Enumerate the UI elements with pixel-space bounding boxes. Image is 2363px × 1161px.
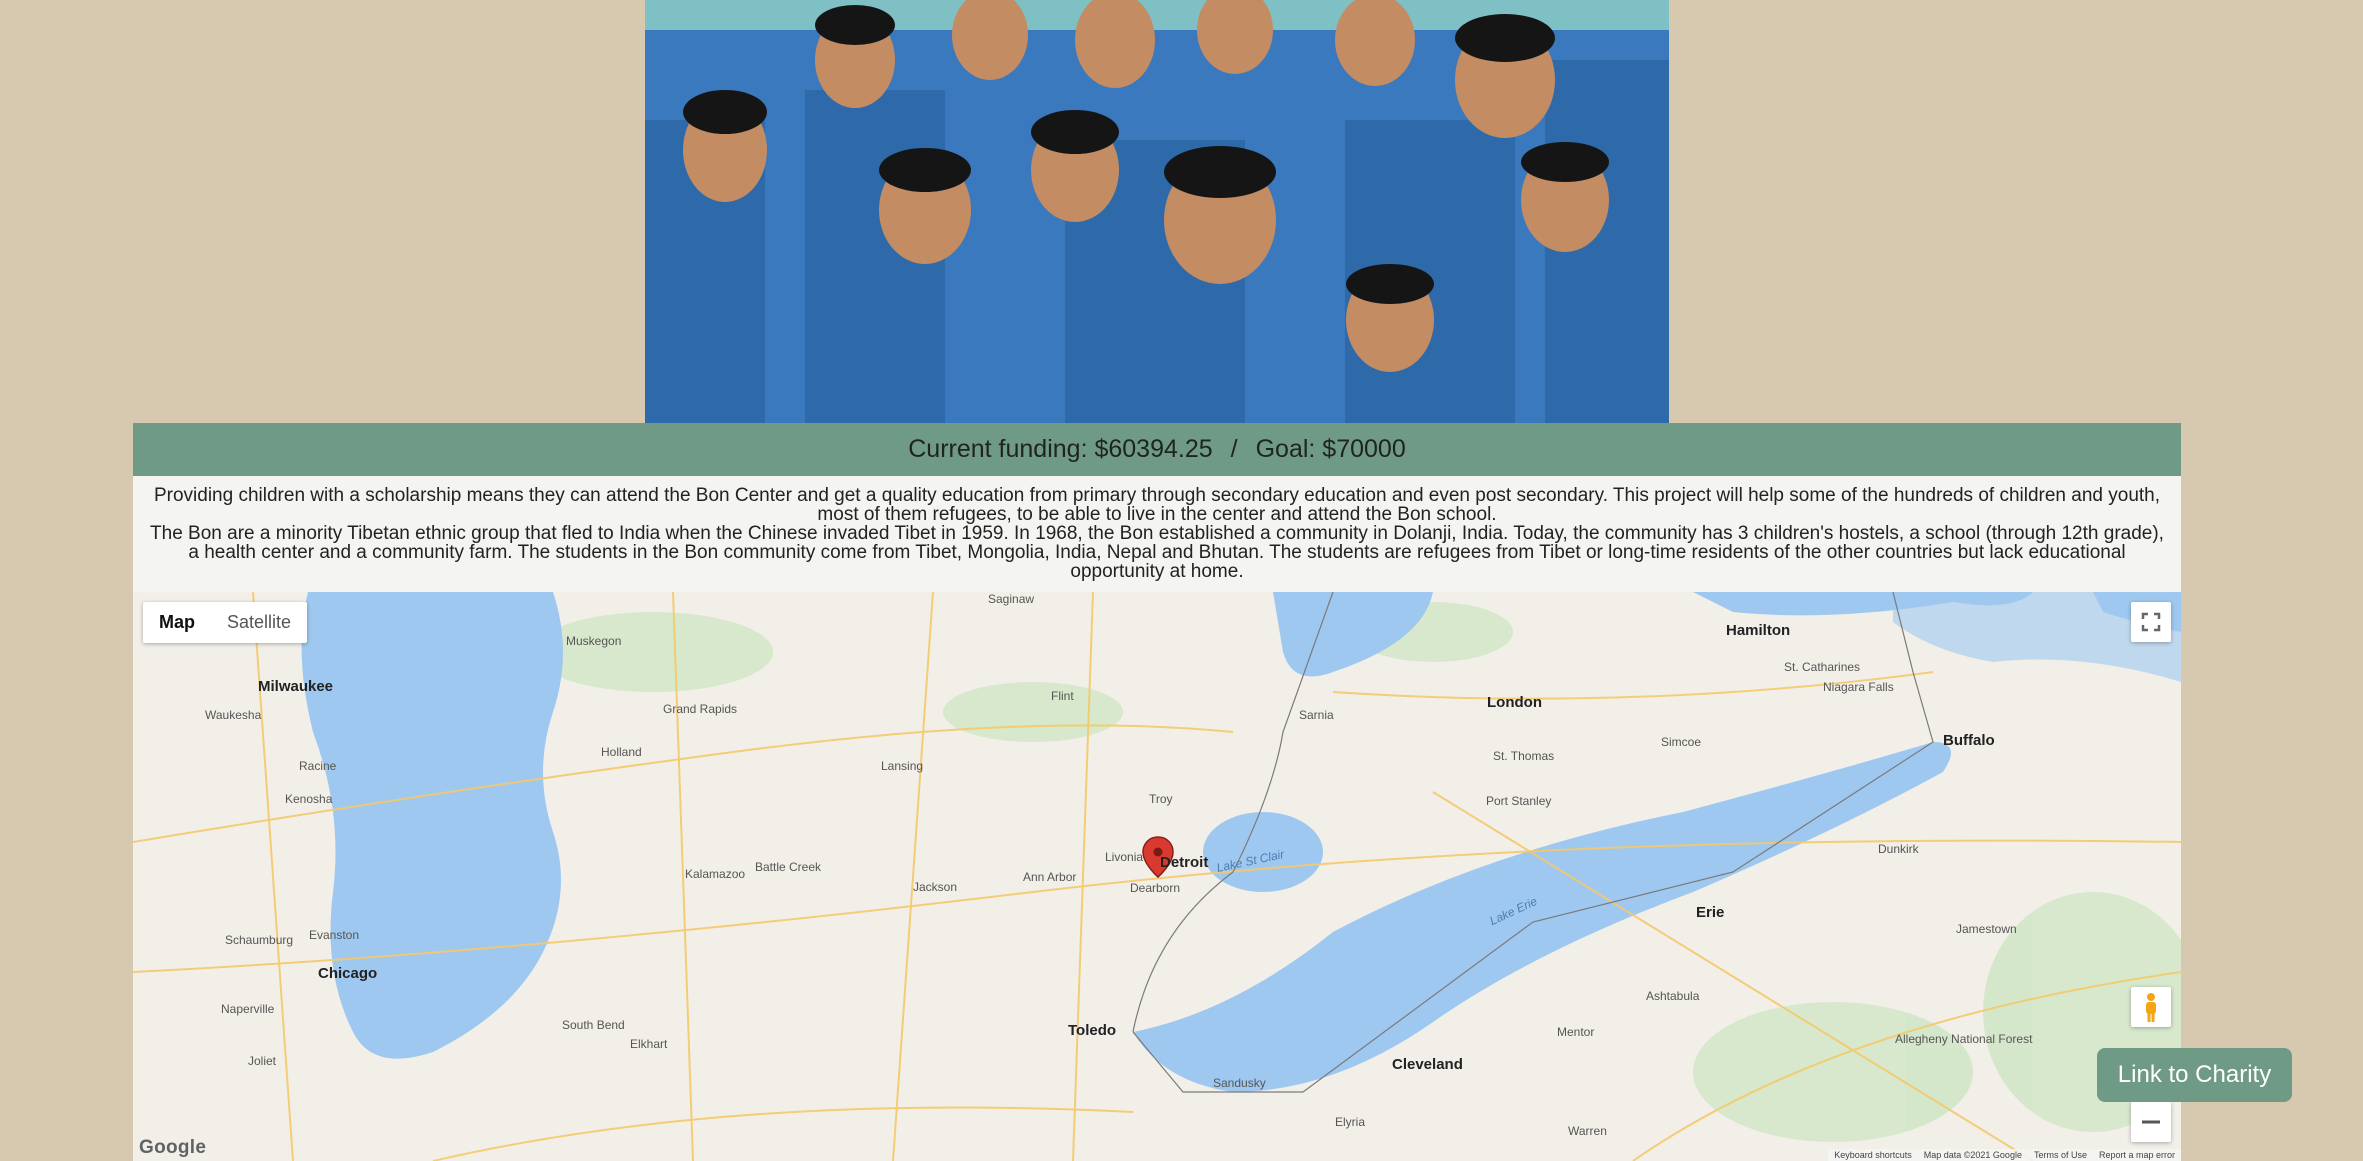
description-paragraph-1: Providing children with a scholarship me… [153, 485, 2161, 525]
city-label: Dearborn [1130, 881, 1181, 895]
city-label: Dunkirk [1878, 842, 1919, 856]
city-label: Muskegon [566, 634, 622, 648]
city-label: South Bend [562, 1018, 625, 1032]
city-label: Sandusky [1213, 1076, 1266, 1090]
zoom-out-button[interactable] [2131, 1102, 2171, 1142]
city-label: London [1487, 694, 1542, 711]
city-label: Ann Arbor [1023, 870, 1077, 884]
city-label: Schaumburg [225, 933, 294, 947]
fullscreen-button[interactable] [2131, 602, 2171, 642]
city-label: Livonia [1105, 850, 1144, 864]
report-map-error-link[interactable]: Report a map error [2099, 1150, 2175, 1160]
city-label: Warren [1568, 1124, 1607, 1138]
city-label: St. Catharines [1784, 660, 1861, 674]
map-type-satellite-button[interactable]: Satellite [211, 602, 307, 643]
city-label: Saginaw [988, 592, 1035, 606]
city-label: Simcoe [1661, 735, 1702, 749]
city-label: Chicago [318, 965, 378, 982]
city-label: Jackson [913, 880, 958, 894]
city-label: Cleveland [1392, 1056, 1463, 1073]
city-label: Kenosha [285, 792, 333, 806]
city-label: Waukesha [205, 708, 262, 722]
map-data-label: Map data ©2021 Google [1923, 1150, 2022, 1160]
city-label: St. Thomas [1493, 749, 1555, 763]
city-label: Sarnia [1299, 708, 1334, 722]
city-label: Port Stanley [1486, 794, 1552, 808]
city-label: Troy [1149, 792, 1173, 806]
hero-image [645, 0, 1669, 423]
city-label: Elyria [1335, 1115, 1366, 1129]
description-paragraph-2: The Bon are a minority Tibetan ethnic gr… [150, 523, 2164, 582]
city-label: Flint [1051, 689, 1074, 703]
terms-of-use-link[interactable]: Terms of Use [2034, 1150, 2087, 1160]
city-label: Naperville [221, 1002, 275, 1016]
city-label: Kalamazoo [685, 867, 746, 881]
pegman-icon [2146, 993, 2156, 1022]
city-label: Joliet [248, 1054, 277, 1068]
city-label: Evanston [309, 928, 360, 942]
current-funding: Current funding: $60394.25 [908, 435, 1213, 463]
minus-icon [2142, 1120, 2160, 1124]
map-type-map-button[interactable]: Map [143, 602, 211, 643]
city-label: Holland [601, 745, 642, 759]
city-label: Racine [299, 759, 337, 773]
link-to-charity-button[interactable]: Link to Charity [2097, 1048, 2292, 1102]
fullscreen-icon [2141, 612, 2161, 632]
city-label: Mentor [1557, 1025, 1595, 1039]
city-label: Grand Rapids [663, 702, 738, 716]
map-type-control: Map Satellite [143, 602, 308, 643]
city-label: Elkhart [630, 1037, 668, 1051]
city-label: Niagara Falls [1823, 680, 1894, 694]
city-label: Buffalo [1943, 732, 1995, 749]
city-label: Allegheny National Forest [1895, 1032, 2033, 1046]
map-embed[interactable]: Milwaukee Chicago Detroit Hamilton Cleve… [133, 592, 2181, 1161]
funding-separator: / [1230, 435, 1238, 463]
street-view-button[interactable] [2131, 987, 2171, 1027]
city-label: Milwaukee [258, 678, 334, 695]
city-label: Ashtabula [1646, 989, 1700, 1003]
map-attribution: Keyboard shortcuts Map data ©2021 Google… [1828, 1149, 2181, 1161]
city-label: Lansing [881, 759, 924, 773]
funding-goal: Goal: $70000 [1255, 435, 1406, 463]
project-description: Providing children with a scholarship me… [133, 476, 2181, 592]
map-basemap [133, 592, 2181, 1161]
keyboard-shortcuts-link[interactable]: Keyboard shortcuts [1834, 1150, 1912, 1160]
city-label: Toledo [1068, 1022, 1117, 1039]
city-label: Detroit [1160, 854, 1209, 871]
google-logo: Google [139, 1137, 207, 1158]
city-label: Jamestown [1956, 922, 2017, 936]
city-label: Hamilton [1726, 622, 1791, 639]
city-label: Erie [1696, 904, 1725, 921]
city-label: Battle Creek [755, 860, 822, 874]
funding-bar: Current funding: $60394.25 / Goal: $7000… [133, 423, 2181, 476]
